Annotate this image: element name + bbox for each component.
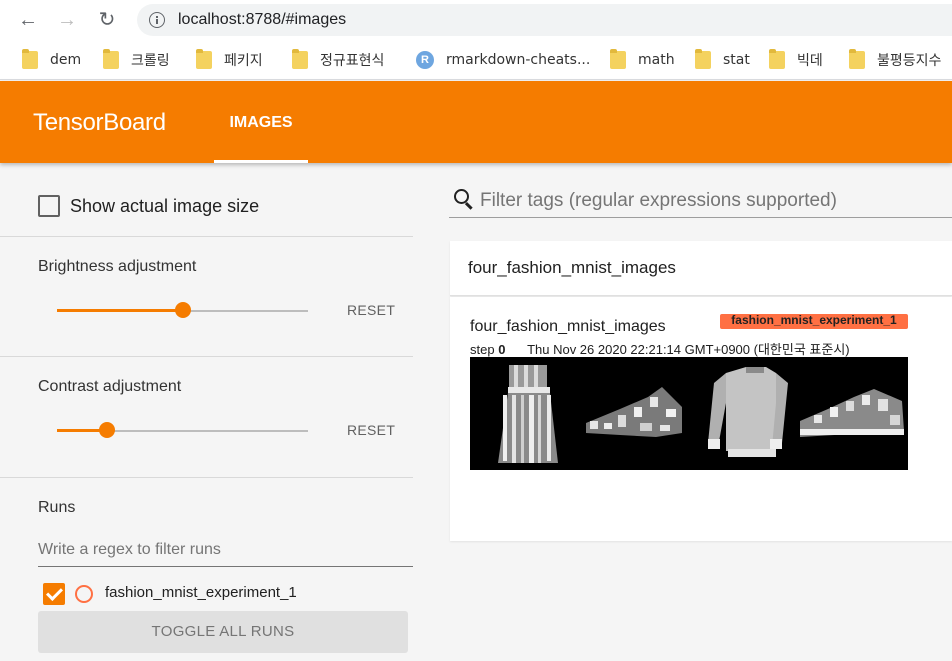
info-icon[interactable] (149, 12, 165, 28)
pullover-thumbnail (708, 367, 788, 457)
bookmark-label: stat (723, 52, 750, 68)
brightness-title: Brightness adjustment (38, 258, 197, 275)
bookmark-label: 빅데 (797, 53, 823, 69)
contrast-title: Contrast adjustment (38, 378, 182, 395)
bookmark-item[interactable]: 불평등지수 (849, 49, 942, 70)
step-value: 0 (498, 342, 506, 357)
bookmark-item[interactable]: 페키지 (196, 49, 263, 70)
toggle-all-runs-button[interactable]: TOGGLE ALL RUNS (38, 611, 408, 653)
contrast-slider-thumb[interactable] (99, 422, 116, 438)
contrast-reset-button[interactable]: RESET (347, 422, 395, 438)
run-color-indicator[interactable] (75, 585, 93, 603)
sidebar: Show actual image size Brightness adjust… (0, 163, 425, 661)
image-grid[interactable] (470, 357, 908, 470)
divider (0, 477, 413, 478)
fashion-mnist-image (470, 357, 908, 470)
search-icon (454, 189, 472, 207)
run-name: fashion_mnist_experiment_1 (105, 584, 297, 601)
divider (0, 356, 413, 357)
bookmarks-bar: dem 크롤링 페키지 정규표현식 Rrmarkdown-cheats... math st… (0, 40, 952, 80)
reload-icon[interactable]: ↻ (93, 6, 121, 34)
folder-icon (22, 49, 38, 69)
app-title: TensorBoard (33, 109, 166, 136)
bookmark-label: 크롤링 (131, 53, 170, 69)
bookmark-item[interactable]: 크롤링 (103, 49, 170, 70)
folder-icon (292, 49, 308, 69)
tag-group-name: four_fashion_mnist_images (468, 258, 676, 277)
show-actual-size-label: Show actual image size (70, 196, 260, 216)
bookmark-item[interactable]: Rrmarkdown-cheats... (416, 50, 590, 70)
bookmark-label: math (638, 52, 675, 68)
filter-tags-input[interactable]: Filter tags (regular expressions support… (449, 184, 952, 218)
bookmark-label: 불평등지수 (877, 53, 942, 69)
folder-icon (769, 49, 785, 69)
brightness-slider-thumb[interactable] (174, 302, 191, 318)
back-arrow-icon[interactable]: ← (14, 6, 42, 34)
run-checkbox[interactable] (43, 583, 65, 605)
brightness-reset-button[interactable]: RESET (347, 302, 395, 318)
brightness-slider-fill (57, 309, 183, 312)
folder-icon (103, 49, 119, 69)
divider (0, 236, 413, 237)
image-card: four_fashion_mnist_images fashion_mnist_… (450, 297, 952, 541)
folder-icon (196, 49, 212, 69)
bookmark-item[interactable]: math (610, 49, 675, 70)
bookmark-item[interactable]: 정규표현식 (292, 49, 385, 70)
tab-images[interactable]: IMAGES (214, 81, 308, 163)
tag-group-header[interactable]: four_fashion_mnist_images (450, 241, 952, 296)
bookmark-item[interactable]: dem (22, 49, 82, 70)
bookmark-item[interactable]: stat (695, 49, 750, 70)
url-text: localhost:8788/#images (178, 11, 347, 28)
timestamp: Thu Nov 26 2020 22:21:14 GMT+0900 (대한민국 … (527, 342, 850, 357)
step-row: step 0 Thu Nov 26 2020 22:21:14 GMT+0900… (470, 339, 850, 358)
runs-title: Runs (38, 499, 76, 516)
r-icon: R (416, 51, 434, 69)
bookmark-item[interactable]: 빅데 (769, 49, 823, 70)
folder-icon (610, 49, 626, 69)
tensorboard-header: TensorBoard IMAGES (0, 81, 952, 163)
step-label: step (470, 342, 495, 357)
bookmark-label: dem (50, 52, 82, 68)
bookmark-label: 정규표현식 (320, 53, 385, 69)
filter-tags-placeholder: Filter tags (regular expressions support… (480, 190, 837, 211)
tensorboard-window: ← → ↻ localhost:8788/#images dem 크롤링 페키지 정규… (0, 0, 952, 661)
address-bar[interactable]: localhost:8788/#images (137, 4, 952, 36)
folder-icon (849, 49, 865, 69)
bookmark-label: rmarkdown-cheats... (446, 52, 591, 68)
forward-arrow-icon[interactable]: → (53, 6, 81, 34)
bookmark-label: 페키지 (224, 53, 263, 69)
image-tag: four_fashion_mnist_images (470, 318, 666, 335)
folder-icon (695, 49, 711, 69)
show-actual-size-checkbox[interactable] (38, 195, 60, 217)
runs-filter-input[interactable]: Write a regex to filter runs (38, 535, 413, 567)
browser-toolbar: ← → ↻ localhost:8788/#images (0, 0, 952, 40)
run-chip: fashion_mnist_experiment_1 (720, 314, 908, 329)
active-tab-indicator (214, 160, 308, 163)
runs-filter-placeholder: Write a regex to filter runs (38, 541, 221, 558)
